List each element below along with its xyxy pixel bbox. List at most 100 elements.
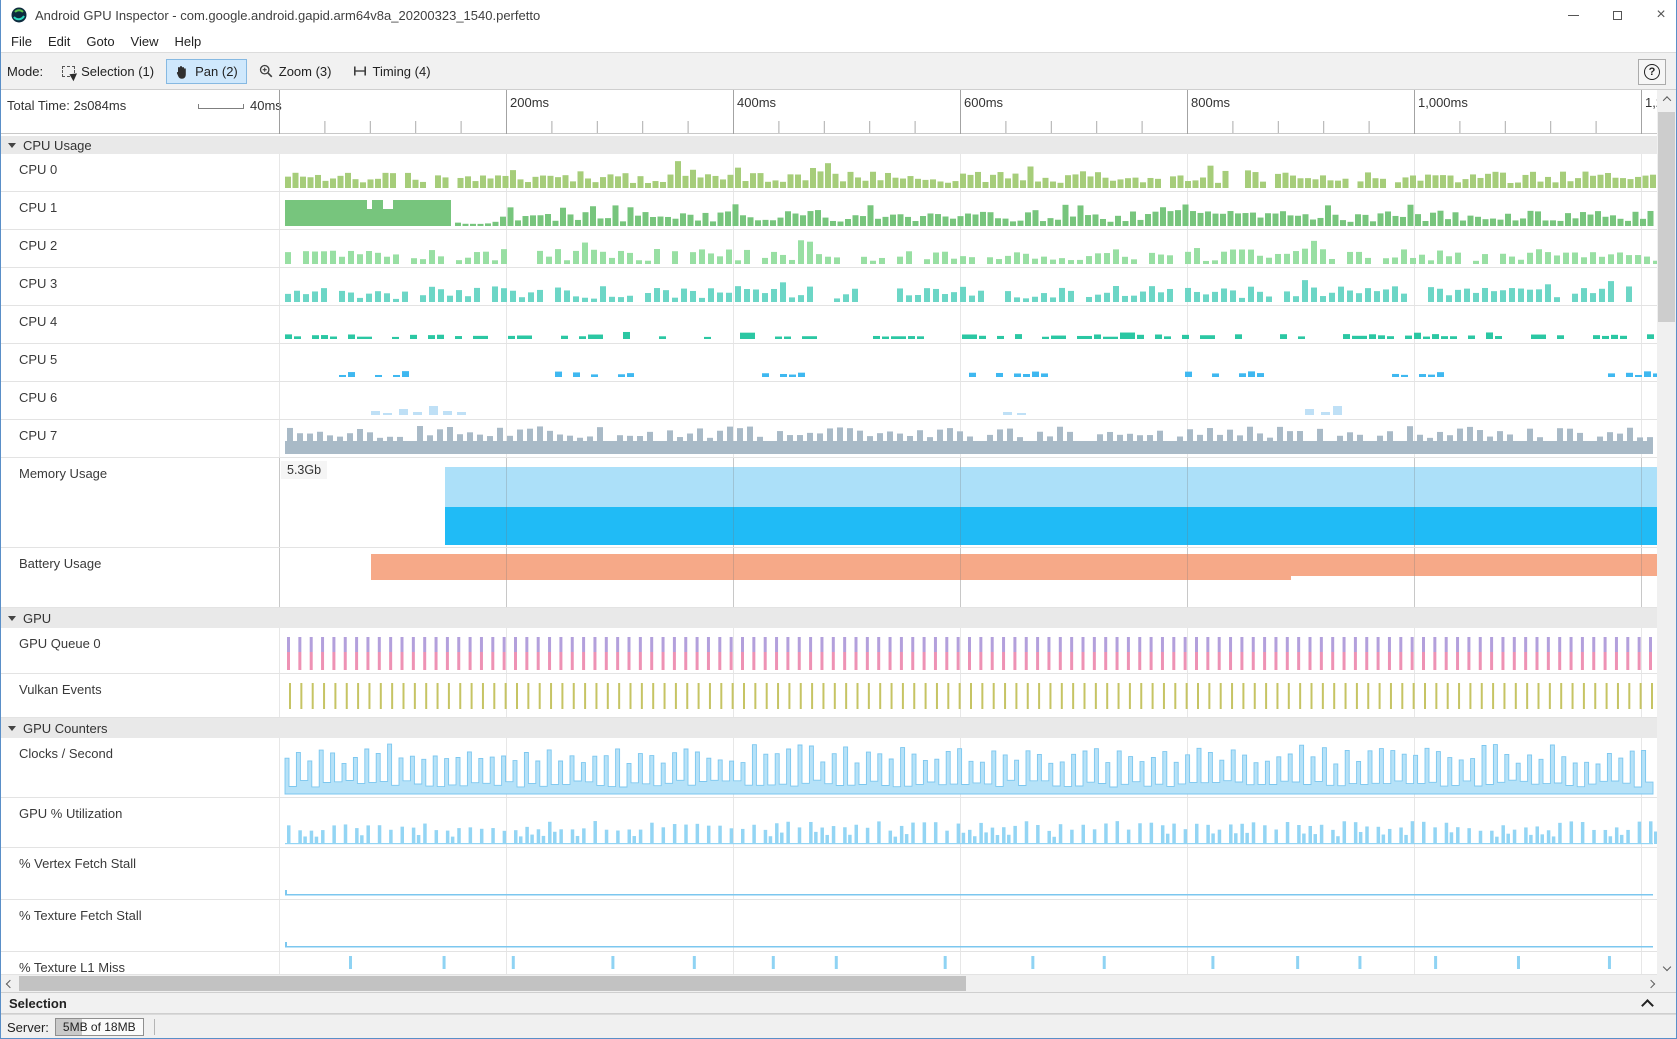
track-label-gpu-queue-0: GPU Queue 0 — [19, 636, 101, 651]
memory-usage-chart[interactable]: 5.3Gb — [279, 458, 1659, 547]
time-ruler[interactable]: Total Time: 2s084ms 40ms 200ms 400ms 600… — [1, 90, 1659, 134]
cpu-6-chart[interactable] — [279, 382, 1659, 419]
track-row-battery-usage[interactable]: Battery Usage — [1, 548, 1659, 608]
memory-value-label: 5.3Gb — [281, 461, 327, 479]
magnifier-icon — [259, 64, 273, 78]
minimize-button[interactable] — [1566, 8, 1580, 22]
menu-edit[interactable]: Edit — [40, 32, 78, 51]
menu-bar: File Edit Goto View Help — [1, 30, 1676, 52]
cpu-4-chart[interactable] — [279, 306, 1659, 343]
scale-bracket-icon — [198, 104, 244, 109]
section-header-cpu-usage[interactable]: CPU Usage — [1, 136, 1659, 154]
hand-icon — [175, 64, 189, 79]
track-label-cpu-3: CPU 3 — [19, 276, 57, 291]
section-label: CPU Usage — [23, 138, 92, 153]
scroll-left-arrow-icon[interactable] — [1, 975, 18, 992]
horizontal-scroll-thumb[interactable] — [19, 976, 966, 991]
ruler-label-800ms: 800ms — [1191, 95, 1230, 110]
track-row-gpu-utilization[interactable]: GPU % Utilization — [1, 798, 1659, 848]
track-label-cpu-4: CPU 4 — [19, 314, 57, 329]
section-label: GPU Counters — [23, 721, 108, 736]
expand-panel-icon[interactable] — [1641, 999, 1654, 1012]
track-label-gpu-utilization: GPU % Utilization — [19, 806, 122, 821]
cpu-1-chart[interactable] — [279, 192, 1659, 229]
track-row-cpu-7[interactable]: CPU 7 — [1, 420, 1659, 458]
timing-icon — [353, 64, 367, 78]
cpu-2-chart[interactable] — [279, 230, 1659, 267]
track-row-texture-l1-miss[interactable]: % Texture L1 Miss — [1, 952, 1659, 975]
track-label-cpu-2: CPU 2 — [19, 238, 57, 253]
ruler-ticks: 200ms 400ms 600ms 800ms 1,000ms 1,200ms — [279, 90, 1659, 134]
selection-panel-header[interactable]: Selection — [1, 992, 1676, 1014]
track-label-cpu-5: CPU 5 — [19, 352, 57, 367]
cpu-7-chart[interactable] — [279, 420, 1659, 457]
track-label-cpu-1: CPU 1 — [19, 200, 57, 215]
track-row-cpu-1[interactable]: CPU 1 — [1, 192, 1659, 230]
scroll-up-arrow-icon[interactable] — [1657, 90, 1676, 107]
menu-help[interactable]: Help — [167, 32, 210, 51]
help-icon: ? — [1644, 64, 1660, 80]
texture-l1-miss-chart[interactable] — [279, 952, 1659, 974]
horizontal-scrollbar[interactable] — [1, 975, 1659, 992]
track-row-cpu-4[interactable]: CPU 4 — [1, 306, 1659, 344]
battery-usage-chart[interactable] — [279, 548, 1659, 607]
cpu-3-chart[interactable] — [279, 268, 1659, 305]
track-row-gpu-queue-0[interactable]: GPU Queue 0 — [1, 628, 1659, 674]
close-button[interactable]: × — [1654, 8, 1668, 22]
selection-icon — [62, 66, 75, 77]
maximize-button[interactable] — [1610, 8, 1624, 22]
ruler-label-200ms: 200ms — [510, 95, 549, 110]
title-bar: Android GPU Inspector - com.google.andro… — [1, 0, 1676, 30]
cpu-0-chart[interactable] — [279, 154, 1659, 191]
section-header-gpu[interactable]: GPU — [1, 608, 1659, 628]
status-bar: Server: 5MB of 18MB — [1, 1014, 1676, 1039]
track-row-cpu-5[interactable]: CPU 5 — [1, 344, 1659, 382]
timing-mode-button[interactable]: Timing (4) — [344, 59, 440, 84]
menu-view[interactable]: View — [123, 32, 167, 51]
collapse-arrow-icon[interactable] — [8, 726, 16, 731]
mode-toolbar: Mode: Selection (1) Pan (2) Zoom (3) — [1, 52, 1676, 90]
track-row-cpu-3[interactable]: CPU 3 — [1, 268, 1659, 306]
cpu-5-chart[interactable] — [279, 344, 1659, 381]
vertex-fetch-stall-chart[interactable] — [279, 848, 1659, 899]
help-button[interactable]: ? — [1638, 59, 1666, 85]
collapse-arrow-icon[interactable] — [8, 143, 16, 148]
ruler-label-400ms: 400ms — [737, 95, 776, 110]
server-label: Server: — [7, 1020, 49, 1035]
vertical-scrollbar[interactable] — [1657, 90, 1676, 975]
track-row-vertex-fetch-stall[interactable]: % Vertex Fetch Stall — [1, 848, 1659, 900]
scroll-down-arrow-icon[interactable] — [1657, 958, 1676, 975]
selection-mode-label: Selection (1) — [81, 64, 154, 79]
menu-goto[interactable]: Goto — [78, 32, 122, 51]
track-label-texture-fetch-stall: % Texture Fetch Stall — [19, 908, 142, 923]
vulkan-events-chart[interactable] — [279, 674, 1659, 717]
gpu-utilization-chart[interactable] — [279, 798, 1659, 847]
clocks-second-chart[interactable] — [279, 738, 1659, 797]
scale-label: 40ms — [250, 98, 282, 113]
collapse-arrow-icon[interactable] — [8, 616, 16, 621]
track-row-cpu-2[interactable]: CPU 2 — [1, 230, 1659, 268]
ruler-label-1000ms: 1,000ms — [1418, 95, 1468, 110]
track-label-memory-usage: Memory Usage — [19, 466, 107, 481]
total-time-label: Total Time: 2s084ms — [7, 98, 126, 113]
vertical-scroll-thumb[interactable] — [1658, 112, 1675, 322]
track-row-memory-usage[interactable]: Memory Usage 5.3Gb — [1, 458, 1659, 548]
track-row-texture-fetch-stall[interactable]: % Texture Fetch Stall — [1, 900, 1659, 952]
scrollbar-corner — [1657, 975, 1676, 992]
pan-mode-button[interactable]: Pan (2) — [166, 59, 247, 84]
track-label-cpu-0: CPU 0 — [19, 162, 57, 177]
track-row-vulkan-events[interactable]: Vulkan Events — [1, 674, 1659, 718]
pan-mode-label: Pan (2) — [195, 64, 238, 79]
texture-fetch-stall-chart[interactable] — [279, 900, 1659, 951]
track-row-cpu-0[interactable]: CPU 0 — [1, 154, 1659, 192]
track-row-clocks-second[interactable]: Clocks / Second — [1, 738, 1659, 798]
track-label-clocks-second: Clocks / Second — [19, 746, 113, 761]
track-row-cpu-6[interactable]: CPU 6 — [1, 382, 1659, 420]
gpu-queue-0-chart[interactable] — [279, 628, 1659, 673]
selection-mode-button[interactable]: Selection (1) — [53, 59, 163, 84]
zoom-mode-button[interactable]: Zoom (3) — [250, 59, 341, 84]
menu-file[interactable]: File — [3, 32, 40, 51]
section-header-gpu-counters[interactable]: GPU Counters — [1, 718, 1659, 738]
mode-label: Mode: — [7, 64, 43, 79]
track-label-cpu-6: CPU 6 — [19, 390, 57, 405]
